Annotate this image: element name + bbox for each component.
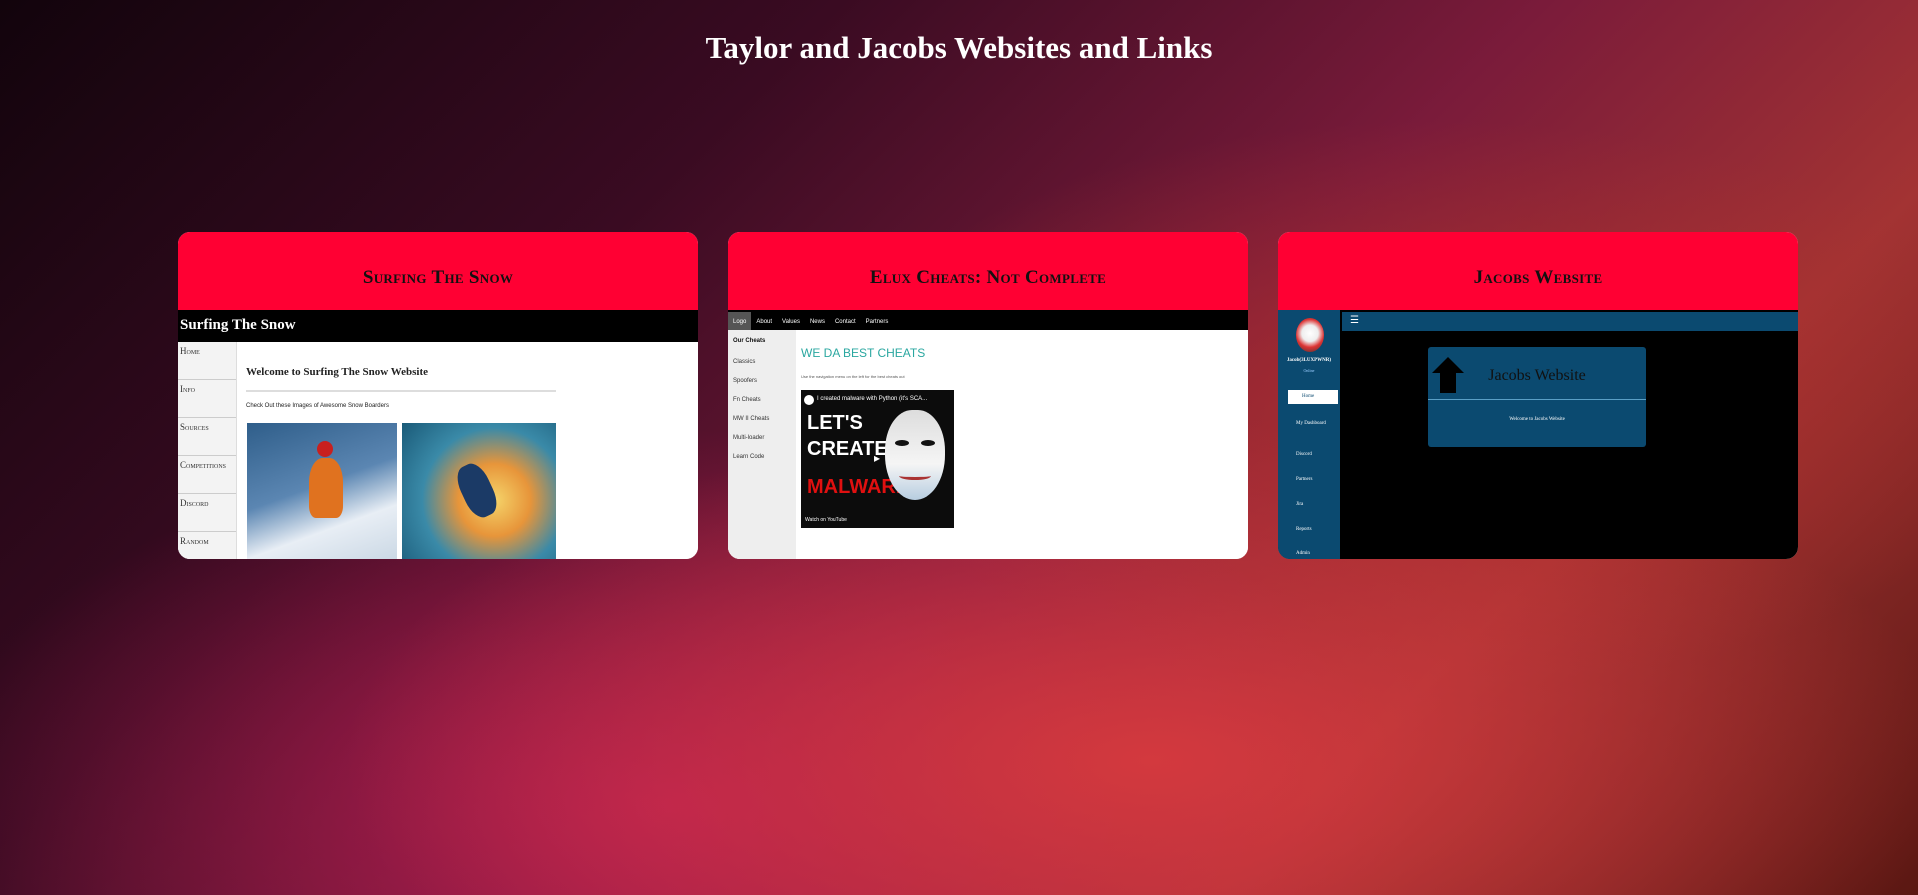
preview-nav-item: Logo [728,312,752,332]
page-title: Taylor and Jacobs Websites and Links [705,30,1213,65]
helmet-shape [317,441,333,457]
preview-menu-item: Reports [1296,527,1312,532]
preview-navbar: Logo About Values News Contact Partners [728,310,1248,332]
preview-nav-item: Sources [178,418,236,456]
snowboarder-image [247,423,397,559]
card-title: Elux Cheats: Not Complete [869,267,1107,288]
preview-welcome-panel: Jacobs Website Welcome to Jacobs Website [1428,347,1646,447]
preview-menu-item: Partners [1296,477,1313,482]
card-header: Elux Cheats: Not Complete [728,232,1248,310]
preview-sidebar-item: Learn Code [733,454,765,460]
video-text-line: LET'S [807,412,863,434]
preview-menu-item: Home [1288,390,1338,404]
preview-username: Jacob(3LUXPWNR) [1286,358,1332,363]
card-elux-cheats[interactable]: Elux Cheats: Not Complete Logo About Value… [728,232,1248,559]
preview-subtext: Check Out these Images of Awesome Snow B… [246,403,389,409]
card-jacobs-website[interactable]: Jacobs Website Jacob(3LUXPWNR) Online Ho… [1278,232,1798,559]
watch-on-youtube-label: Watch on YouTube [805,517,847,523]
card-surfing-the-snow[interactable]: Surfing The Snow Surfing The Snow Home I… [178,232,698,559]
preview-sidebar-item: Multi-loader [733,435,765,441]
card-header: Surfing The Snow [178,232,698,310]
preview-nav-item: Values [782,319,800,325]
preview-menu-item: My Dashboard [1296,421,1326,426]
avatar [1296,318,1324,352]
preview-sidebar-title: Our Cheats [733,338,766,344]
preview-nav-item: Random [178,532,236,559]
preview-nav-item: About [756,319,773,325]
card-preview-screenshot[interactable]: Logo About Values News Contact Partners Our C… [728,310,1248,559]
preview-nav-item: Discord [178,494,236,532]
preview-nav-item: Competitions [178,456,236,494]
preview-panel-title: Jacobs Website [1488,367,1586,384]
preview-sidebar-item: MW II Cheats [733,416,770,422]
divider [1428,399,1646,400]
preview-nav-item: Info [178,380,236,418]
preview-nav-item: News [809,319,825,325]
hamburger-menu-icon: ☰ [1350,315,1359,326]
preview-menu-item: Discord [1296,452,1312,457]
preview-panel-text: Welcome to Jacobs Website [1509,417,1565,422]
card-title: Jacobs Website [1473,267,1603,288]
channel-avatar-icon [804,395,814,405]
preview-topbar: ☰ [1342,312,1798,331]
preview-sidebar-item: Fn Cheats [733,397,761,403]
preview-nav-item: Contact [834,319,856,325]
preview-menu-item: Jira [1296,502,1304,507]
preview-sidebar-item: Spoofers [733,378,758,384]
preview-heading: WE DA BEST CHEATS [801,346,926,360]
play-icon: ▸ [874,451,881,465]
preview-sidebar-item: Classics [733,359,756,365]
preview-sidebar: Home Info Sources Competitions Discord R… [178,342,237,559]
video-title: I created malware with Python (it's SCA.… [817,396,928,402]
card-header: Jacobs Website [1278,232,1798,310]
preview-sidebar: Jacob(3LUXPWNR) Online Home My Dashboard… [1278,310,1340,559]
video-embed: I created malware with Python (it's SCA.… [801,390,954,528]
mask-eye [895,440,909,446]
preview-nav-item: Home [178,342,236,380]
preview-status: Online [1303,368,1315,373]
rider-shape [451,459,503,522]
cards-container: Surfing The Snow Surfing The Snow Home I… [178,232,1798,559]
card-preview-screenshot[interactable]: Jacob(3LUXPWNR) Online Home My Dashboard… [1278,310,1798,559]
card-preview-screenshot[interactable]: Surfing The Snow Home Info Sources Compe… [178,310,698,559]
card-title: Surfing The Snow [362,267,514,288]
preview-header: Surfing The Snow [178,310,698,342]
preview-nav-item: Partners [865,319,889,325]
divider [246,390,556,392]
mask-image [885,410,945,500]
snowboarder-image [402,423,556,559]
rider-shape [309,458,343,518]
preview-sidebar: Our Cheats Classics Spoofers Fn Cheats M… [728,330,796,559]
mask-eye [921,440,935,446]
preview-menu-item: Admin [1296,551,1310,556]
mask-mouth [899,472,931,480]
preview-subtext: Use the navigation menu on the left for … [801,374,905,379]
preview-welcome-heading: Welcome to Surfing The Snow Website [246,366,429,378]
